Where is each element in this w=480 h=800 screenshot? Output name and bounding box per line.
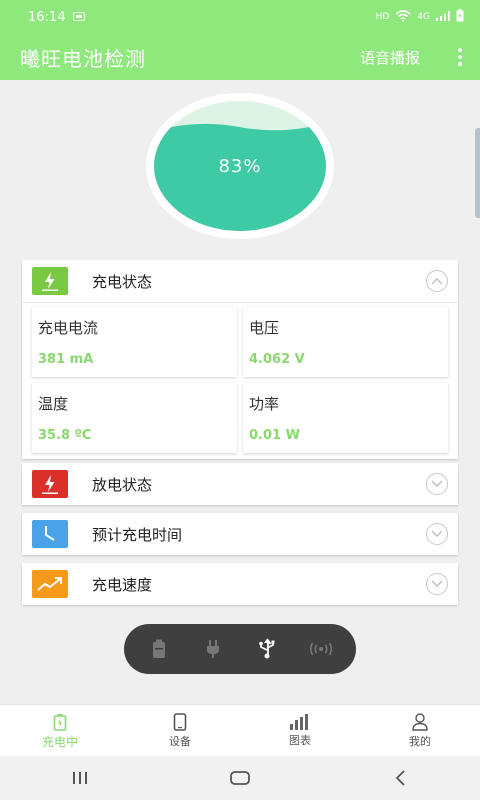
metric-label: 充电电流 bbox=[38, 319, 99, 337]
metric-label: 电压 bbox=[249, 319, 280, 337]
metric-power: 功率 0.01 W bbox=[243, 383, 448, 453]
discharge-status-title: 放电状态 bbox=[92, 475, 153, 494]
metric-voltage: 电压 4.062 V bbox=[243, 307, 448, 377]
tab-label: 图表 bbox=[289, 734, 311, 747]
phone-icon bbox=[173, 713, 187, 731]
plug-mode-icon[interactable] bbox=[195, 631, 231, 667]
wifi-icon bbox=[395, 9, 411, 25]
tab-charging[interactable]: 充电中 bbox=[0, 705, 120, 757]
tab-profile[interactable]: 我的 bbox=[360, 705, 480, 757]
voice-broadcast-button[interactable]: 语音播报 bbox=[360, 47, 420, 68]
charge-mode-dock bbox=[124, 624, 356, 674]
battery-percent: 83% bbox=[218, 155, 262, 177]
back-icon[interactable] bbox=[370, 758, 430, 798]
estimated-time-title: 预计充电时间 bbox=[92, 525, 183, 544]
screen-record-icon bbox=[73, 10, 86, 25]
tab-label: 充电中 bbox=[41, 734, 78, 749]
status-time: 16:14 bbox=[28, 9, 66, 25]
chevron-down-icon[interactable] bbox=[426, 573, 448, 595]
charging-speed-header[interactable]: 充电速度 bbox=[22, 563, 458, 605]
battery-level-indicator: 83% bbox=[146, 93, 334, 239]
home-icon[interactable] bbox=[210, 758, 270, 798]
more-menu-icon[interactable] bbox=[456, 48, 464, 66]
metric-value: 35.8 ºC bbox=[38, 428, 92, 443]
wireless-mode-icon[interactable] bbox=[303, 631, 339, 667]
discharge-status-card: 放电状态 bbox=[22, 463, 458, 505]
usb-mode-icon[interactable] bbox=[249, 631, 285, 667]
user-icon bbox=[412, 713, 428, 731]
trend-up-icon bbox=[32, 570, 68, 598]
charging-bolt-icon bbox=[32, 267, 68, 295]
tab-label: 我的 bbox=[409, 735, 431, 748]
metric-temperature: 温度 35.8 ºC bbox=[32, 383, 237, 453]
battery-mode-icon[interactable] bbox=[141, 631, 177, 667]
bar-chart-icon bbox=[290, 714, 308, 730]
app-title: 曦旺电池检测 bbox=[20, 46, 146, 71]
chevron-down-icon[interactable] bbox=[426, 523, 448, 545]
cellular-label: 4G bbox=[417, 12, 430, 22]
network-hd-label: HD bbox=[375, 12, 390, 22]
chevron-down-icon[interactable] bbox=[426, 473, 448, 495]
metric-value: 0.01 W bbox=[249, 428, 300, 443]
app-bar: 曦旺电池检测 语音播报 bbox=[0, 34, 480, 80]
discharge-status-header[interactable]: 放电状态 bbox=[22, 463, 458, 505]
metric-label: 功率 bbox=[249, 395, 280, 413]
charging-speed-card: 充电速度 bbox=[22, 563, 458, 605]
system-nav-bar bbox=[0, 756, 480, 800]
metric-value: 4.062 V bbox=[249, 352, 305, 367]
clock-icon bbox=[32, 520, 68, 548]
tab-device[interactable]: 设备 bbox=[120, 705, 240, 757]
discharge-bolt-icon bbox=[32, 470, 68, 498]
charging-status-title: 充电状态 bbox=[92, 272, 153, 291]
estimated-time-card: 预计充电时间 bbox=[22, 513, 458, 555]
charging-speed-title: 充电速度 bbox=[92, 575, 153, 594]
charging-status-card: 充电状态 充电电流 381 mA 电压 4.062 V 温度 35.8 ºC 功… bbox=[22, 260, 458, 459]
metric-value: 381 mA bbox=[38, 352, 94, 367]
recents-icon[interactable] bbox=[50, 758, 110, 798]
charging-status-header[interactable]: 充电状态 bbox=[22, 260, 458, 302]
signal-icon bbox=[436, 10, 450, 24]
tab-label: 设备 bbox=[169, 735, 191, 748]
charging-tab-icon bbox=[53, 713, 67, 731]
metric-current: 充电电流 381 mA bbox=[32, 307, 237, 377]
metric-label: 温度 bbox=[38, 395, 69, 413]
battery-status-icon bbox=[456, 9, 464, 25]
scrollbar-thumb[interactable] bbox=[475, 128, 480, 218]
charging-metrics-grid: 充电电流 381 mA 电压 4.062 V 温度 35.8 ºC 功率 0.0… bbox=[22, 302, 458, 459]
bottom-tab-bar: 充电中 设备 图表 我的 bbox=[0, 704, 480, 757]
chevron-up-icon[interactable] bbox=[426, 270, 448, 292]
status-bar: 16:14 HD 4G bbox=[0, 0, 480, 34]
estimated-time-header[interactable]: 预计充电时间 bbox=[22, 513, 458, 555]
tab-charts[interactable]: 图表 bbox=[240, 705, 360, 757]
